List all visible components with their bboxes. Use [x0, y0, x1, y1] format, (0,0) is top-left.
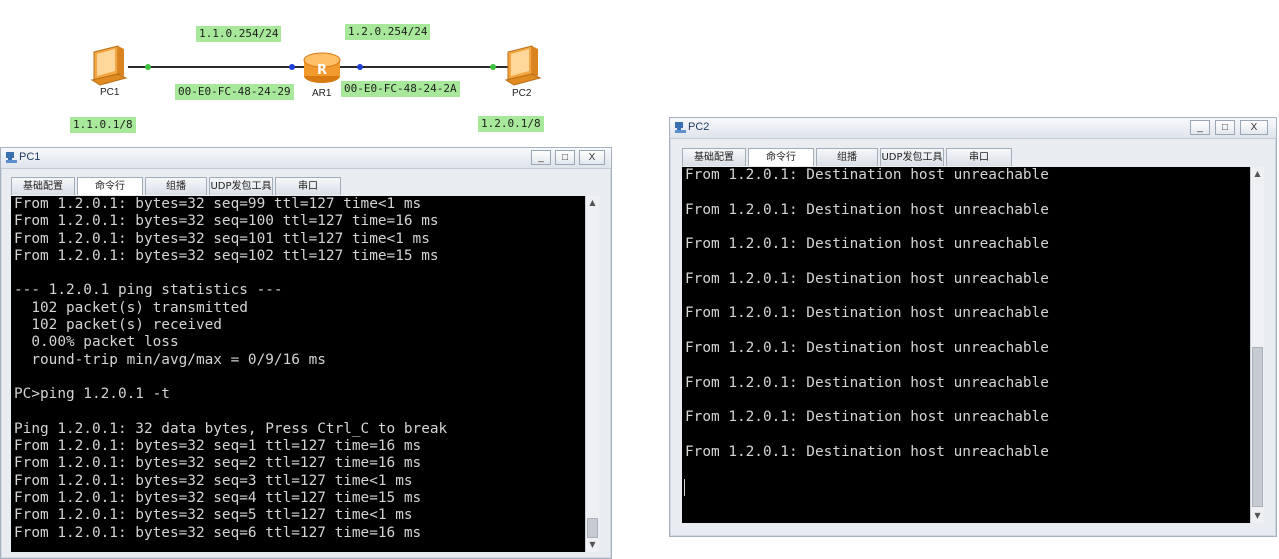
tab-multicast[interactable]: 组播 — [816, 148, 878, 166]
pc2-ip-label[interactable]: 1.2.0.1/8 — [478, 116, 544, 132]
console-line: 102 packet(s) transmitted — [14, 299, 248, 316]
maximize-button[interactable]: □ — [1215, 120, 1235, 135]
pc1-icon[interactable] — [88, 44, 128, 88]
pc2-port-indicator — [490, 64, 496, 70]
console-line: From 1.2.0.1: bytes=32 seq=101 ttl=127 t… — [14, 230, 430, 247]
tab-multicast[interactable]: 组播 — [145, 177, 207, 195]
console-line: PC>ping 1.2.0.1 -t — [14, 386, 170, 403]
ar1-right-mac-label[interactable]: 00-E0-FC-48-24-2A — [341, 81, 460, 97]
console-line: From 1.2.0.1: bytes=32 seq=5 ttl=127 tim… — [14, 507, 413, 524]
scroll-thumb[interactable] — [1252, 347, 1263, 507]
console-line: From 1.2.0.1: bytes=32 seq=6 ttl=127 tim… — [14, 524, 422, 541]
console-line: From 1.2.0.1: Destination host unreachab… — [685, 236, 1049, 253]
console-line: From 1.2.0.1: bytes=32 seq=100 ttl=127 t… — [14, 213, 439, 230]
svg-text:R: R — [317, 63, 327, 78]
tab-command-line[interactable]: 命令行 — [77, 177, 143, 195]
console-line: From 1.2.0.1: bytes=32 seq=99 ttl=127 ti… — [14, 196, 422, 212]
maximize-button[interactable]: □ — [555, 150, 575, 165]
ar1-right-port-indicator — [357, 64, 363, 70]
console-line: From 1.2.0.1: bytes=32 seq=2 ttl=127 tim… — [14, 455, 422, 472]
console-line: From 1.2.0.1: bytes=32 seq=4 ttl=127 tim… — [14, 490, 422, 507]
console-line: From 1.2.0.1: Destination host unreachab… — [685, 409, 1049, 426]
router-ar1-icon[interactable]: R — [302, 46, 342, 86]
scroll-up-icon[interactable]: ▲ — [586, 196, 599, 210]
scroll-thumb[interactable] — [587, 518, 598, 538]
pc-app-icon — [6, 152, 17, 163]
console-line: From 1.2.0.1: bytes=32 seq=3 ttl=127 tim… — [14, 472, 413, 489]
pc2-label: PC2 — [512, 88, 532, 99]
ar1-left-port-indicator — [289, 64, 295, 70]
scroll-down-icon[interactable]: ▼ — [1251, 509, 1264, 523]
pc2-window[interactable]: PC2 _ □ X 基础配置 命令行 组播 UDP发包工具 串口 From 1.… — [669, 117, 1277, 537]
link-pc1-ar1[interactable] — [128, 66, 306, 68]
ar1-left-ip-label[interactable]: 1.1.0.254/24 — [196, 26, 282, 42]
ar1-right-ip-label[interactable]: 1.2.0.254/24 — [345, 24, 431, 40]
console-line: From 1.2.0.1: Destination host unreachab… — [685, 443, 1049, 460]
ar1-left-mac-label[interactable]: 00-E0-FC-48-24-29 — [175, 84, 294, 100]
tab-basic-config[interactable]: 基础配置 — [682, 148, 746, 166]
tab-serial[interactable]: 串口 — [275, 177, 341, 195]
tab-serial[interactable]: 串口 — [946, 148, 1012, 166]
console-line: From 1.2.0.1: bytes=32 seq=102 ttl=127 t… — [14, 247, 439, 264]
pc1-ip-label[interactable]: 1.1.0.1/8 — [70, 117, 136, 133]
pc-app-icon — [675, 122, 686, 133]
console-line: Ping 1.2.0.1: 32 data bytes, Press Ctrl_… — [14, 420, 448, 437]
tab-udp-tool[interactable]: UDP发包工具 — [880, 148, 944, 166]
minimize-button[interactable]: _ — [531, 150, 551, 165]
console-line: round-trip min/avg/max = 0/9/16 ms — [14, 351, 326, 368]
close-button[interactable]: X — [1240, 120, 1268, 135]
pc2-window-title: PC2 — [688, 121, 710, 133]
console-line: --- 1.2.0.1 ping statistics --- — [14, 282, 283, 299]
tab-command-line[interactable]: 命令行 — [748, 148, 814, 166]
scroll-down-icon[interactable]: ▼ — [586, 538, 599, 552]
tab-basic-config[interactable]: 基础配置 — [11, 177, 75, 195]
scroll-up-icon[interactable]: ▲ — [1251, 167, 1264, 181]
pc1-title-bar[interactable]: PC1 _ □ X — [1, 148, 611, 169]
console-line: From 1.2.0.1: Destination host unreachab… — [685, 270, 1049, 287]
pc1-port-indicator — [145, 64, 151, 70]
pc2-icon[interactable] — [502, 44, 542, 88]
console-line: From 1.2.0.1: Destination host unreachab… — [685, 201, 1049, 218]
pc1-console[interactable]: From 1.2.0.1: bytes=32 seq=99 ttl=127 ti… — [11, 196, 585, 552]
pc2-console[interactable]: From 1.2.0.1: Destination host unreachab… — [682, 167, 1250, 523]
console-line: From 1.2.0.1: Destination host unreachab… — [685, 305, 1049, 322]
console-line: 102 packet(s) received — [14, 317, 222, 334]
console-line: From 1.2.0.1: Destination host unreachab… — [685, 167, 1049, 183]
minimize-button[interactable]: _ — [1190, 120, 1210, 135]
ar1-label: AR1 — [312, 88, 332, 99]
console-line: From 1.2.0.1: bytes=32 seq=1 ttl=127 tim… — [14, 438, 422, 455]
pc1-label: PC1 — [100, 87, 120, 98]
close-button[interactable]: X — [579, 150, 605, 165]
tab-udp-tool[interactable]: UDP发包工具 — [209, 177, 273, 195]
console-line: From 1.2.0.1: Destination host unreachab… — [685, 339, 1049, 356]
pc1-console-scrollbar[interactable]: ▲ ▼ — [585, 196, 599, 552]
console-line: 0.00% packet loss — [14, 334, 179, 351]
pc1-window-title: PC1 — [19, 151, 41, 163]
text-cursor — [684, 479, 685, 496]
pc2-console-scrollbar[interactable]: ▲ ▼ — [1250, 167, 1264, 523]
pc2-title-bar[interactable]: PC2 _ □ X — [670, 118, 1276, 139]
console-line: From 1.2.0.1: Destination host unreachab… — [685, 374, 1049, 391]
pc1-window[interactable]: PC1 _ □ X 基础配置 命令行 组播 UDP发包工具 串口 From 1.… — [0, 147, 612, 559]
